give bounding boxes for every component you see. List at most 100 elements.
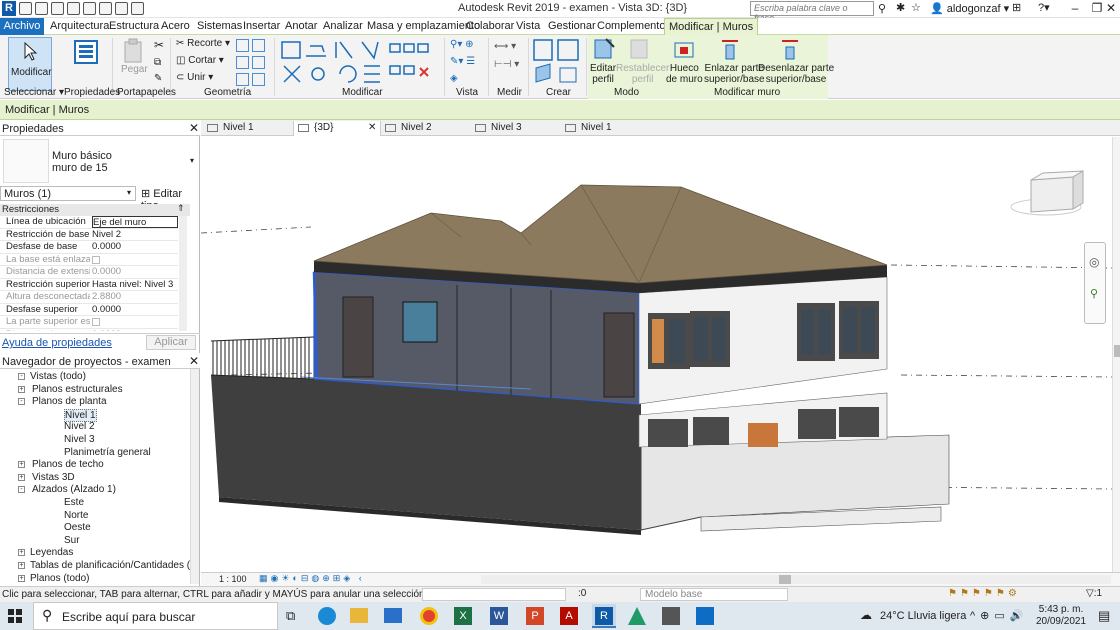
tree-item[interactable]: Vistas (todo) xyxy=(30,371,86,382)
measure-icon[interactable] xyxy=(115,2,128,15)
task-view-icon[interactable]: ⧉ xyxy=(286,608,295,624)
property-row[interactable]: Distancia de extensi...0.0000 xyxy=(0,266,178,279)
redo-icon[interactable] xyxy=(83,2,96,15)
attach-top-base-icon[interactable] xyxy=(718,37,742,61)
viewport-scrollbar[interactable] xyxy=(1112,137,1120,573)
tree-expander-icon[interactable]: + xyxy=(18,385,25,393)
property-value[interactable]: Nivel 2 xyxy=(92,229,178,240)
acrobat-icon[interactable]: A xyxy=(560,607,578,625)
workset-selector[interactable] xyxy=(422,588,566,601)
type-sub[interactable]: muro de 15 xyxy=(52,162,108,174)
tree-item[interactable]: Planos (todo) xyxy=(30,573,89,584)
binoculars-icon[interactable]: ⚲ xyxy=(878,2,886,15)
copy-icon[interactable]: ⧉ xyxy=(154,57,161,68)
property-row[interactable]: Altura desconectada 2.8800 xyxy=(0,291,178,304)
help-search-input[interactable]: Escriba palabra clave o frase xyxy=(750,1,874,23)
paste-icon[interactable] xyxy=(122,38,146,66)
measure-tool-icon[interactable]: ⟷ ▾ xyxy=(494,41,516,52)
scale-value[interactable]: 1 : 100 xyxy=(219,574,247,584)
create-tools[interactable] xyxy=(532,38,584,86)
tray-icons[interactable]: ^⊕▭🔊 xyxy=(970,609,1028,622)
tree-expander-icon[interactable]: + xyxy=(18,562,25,569)
property-value[interactable]: 0.0000 xyxy=(92,266,178,277)
property-row[interactable]: Línea de ubicación Eje del muro xyxy=(0,216,178,229)
detach-top-base-icon[interactable] xyxy=(778,37,802,61)
tree-item[interactable]: Leyendas xyxy=(30,547,73,558)
tab-acero[interactable]: Acero xyxy=(161,20,190,32)
property-row[interactable]: La base está enlazada xyxy=(0,254,178,266)
navigation-bar[interactable]: ◎ ⚲ xyxy=(1084,242,1106,324)
railing[interactable] xyxy=(210,336,315,380)
property-value[interactable]: 0.0000 xyxy=(92,241,178,252)
section-header[interactable]: Restricciones ⇑ xyxy=(0,203,190,216)
property-row[interactable]: Restricción superior Hasta nivel: Nivel 3 xyxy=(0,279,178,291)
sync-icon[interactable] xyxy=(51,2,64,15)
design-option-selector[interactable]: Modelo base xyxy=(640,588,788,601)
subscription-icon[interactable]: ✱ xyxy=(896,1,905,14)
property-row[interactable]: La parte superior est... xyxy=(0,316,178,329)
property-value[interactable]: Hasta nivel: Nivel 3 xyxy=(92,279,178,290)
close-icon[interactable]: ✕ xyxy=(189,121,199,135)
steering-wheel-icon[interactable]: ◎ xyxy=(1089,255,1099,269)
tree-item[interactable]: Alzados (Alzado 1) xyxy=(32,484,116,495)
clock-date[interactable]: 20/09/2021 xyxy=(1032,616,1090,627)
modificar-button[interactable]: Modificar xyxy=(8,37,52,91)
tab-modificar-muros[interactable]: Modificar | Muros xyxy=(664,18,759,35)
tab-sistemas[interactable]: Sistemas xyxy=(197,20,242,32)
tree-expander-icon[interactable]: - xyxy=(18,373,25,380)
tree-item[interactable]: Planos estructurales xyxy=(32,384,123,395)
browser-scrollbar[interactable] xyxy=(190,369,199,584)
recorte-button[interactable]: ✂ Recorte ▾ xyxy=(176,38,230,49)
store-icon[interactable] xyxy=(662,607,680,625)
tree-expander-icon[interactable]: - xyxy=(18,486,25,494)
tab-colaborar[interactable]: Colaborar xyxy=(466,20,514,32)
view-tool-icon[interactable]: ✎▾ ☰ xyxy=(450,56,475,67)
dimension-tool-icon[interactable]: ⊢⊣ ▾ xyxy=(494,59,519,70)
geometry-tool-icon[interactable] xyxy=(236,73,249,86)
filter-count[interactable]: ▽:1 xyxy=(1086,588,1102,599)
group-seleccionar[interactable]: Seleccionar ▾ xyxy=(4,87,64,98)
save-icon[interactable] xyxy=(35,2,48,15)
geometry-tool-icon[interactable] xyxy=(252,73,265,86)
notifications-icon[interactable]: ▤ xyxy=(1098,608,1110,624)
tree-item[interactable]: Norte xyxy=(64,510,88,521)
geometry-tool-icon[interactable] xyxy=(236,56,249,69)
file-explorer-icon[interactable] xyxy=(350,608,368,623)
viewcube-icon[interactable] xyxy=(1010,170,1084,216)
clock-time[interactable]: 5:43 p. m. xyxy=(1036,604,1086,615)
view-controls-icons[interactable]: ▦◉☀◐⊟◍⊕⊞◈ ‹ xyxy=(259,573,365,584)
modify-tools[interactable] xyxy=(280,38,440,86)
tab-complementos[interactable]: Complementos xyxy=(597,20,671,32)
view-tab[interactable]: Nivel 1 xyxy=(203,121,289,136)
desenlazar-button[interactable]: Desenlazar parte superior/base xyxy=(758,63,834,85)
building-model[interactable] xyxy=(201,137,1112,573)
open-icon[interactable] xyxy=(19,2,32,15)
tree-item[interactable]: Vistas 3D xyxy=(32,472,75,483)
edit-profile-icon[interactable] xyxy=(592,37,616,61)
property-value[interactable]: 0.0000 xyxy=(92,329,178,332)
property-value[interactable] xyxy=(92,318,100,326)
minimize-button[interactable]: – xyxy=(1064,0,1086,17)
zoom-icon[interactable]: ⚲ xyxy=(1090,287,1098,300)
properties-scrollbar[interactable] xyxy=(179,216,187,331)
close-tab-icon[interactable]: ✕ xyxy=(368,121,376,135)
type-name[interactable]: Muro básico xyxy=(52,150,112,162)
wall-opening-icon[interactable] xyxy=(672,37,696,61)
revit-logo-icon[interactable]: R xyxy=(2,1,16,16)
tree-item[interactable]: Nivel 1 xyxy=(64,408,97,422)
unir-button[interactable]: ⊂ Unir ▾ xyxy=(176,72,213,83)
hueco-muro-button[interactable]: Hueco de muro xyxy=(666,63,703,85)
cart-icon[interactable]: ⊞ xyxy=(1012,1,1021,14)
tree-item[interactable]: Tablas de planificación/Cantidades (todo… xyxy=(30,560,190,571)
edge-icon[interactable] xyxy=(318,607,336,625)
tree-item[interactable]: Oeste xyxy=(64,522,91,533)
tree-expander-icon[interactable]: + xyxy=(18,574,25,582)
autocad-icon[interactable] xyxy=(628,607,646,625)
tree-expander-icon[interactable]: + xyxy=(18,461,25,469)
view-tab[interactable]: Nivel 2 xyxy=(381,121,467,136)
tree-expander-icon[interactable]: + xyxy=(18,549,25,557)
geometry-tool-icon[interactable] xyxy=(252,56,265,69)
view-tool-icon[interactable]: ⚲▾ ⊕ xyxy=(450,39,474,50)
tab-insertar[interactable]: Insertar xyxy=(243,20,280,32)
close-icon[interactable]: ✕ xyxy=(189,354,199,368)
